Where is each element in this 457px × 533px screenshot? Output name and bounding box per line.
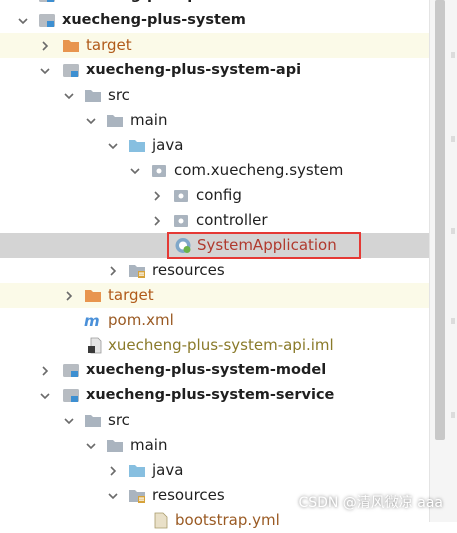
tree-row-target[interactable]: target <box>0 33 430 58</box>
tree-row-label: resources <box>152 486 225 504</box>
project-tree: xuecheng-plus-parent xuecheng-plus-syste… <box>0 0 430 533</box>
tree-row-label: xuecheng-plus-system-api.iml <box>108 336 334 354</box>
tree-row-src[interactable]: src <box>0 83 430 108</box>
tree-row-main[interactable]: main <box>0 108 430 133</box>
chevron-down-icon[interactable] <box>16 8 30 33</box>
tree-row-label: xuecheng-plus-system <box>62 12 246 28</box>
chevron-right-icon[interactable] <box>150 183 164 208</box>
chevron-down-icon[interactable] <box>62 408 76 433</box>
chevron-down-icon[interactable] <box>38 58 52 83</box>
gutter-marker <box>451 52 455 58</box>
gutter-marker <box>451 318 455 324</box>
tree-row-label: xuecheng-plus-parent <box>62 0 242 5</box>
chevron-down-icon[interactable] <box>16 0 30 8</box>
chevron-down-icon[interactable] <box>106 483 120 508</box>
chevron-right-icon[interactable] <box>38 358 52 383</box>
folder-icon <box>106 112 124 129</box>
folder-icon <box>84 87 102 104</box>
chevron-right-icon[interactable] <box>106 258 120 283</box>
tree-row-label: config <box>196 186 242 204</box>
package-icon <box>172 212 190 229</box>
chevron-down-icon[interactable] <box>84 433 98 458</box>
tree-row-xuecheng-plus-system-api[interactable]: xuecheng-plus-system-api <box>0 58 430 83</box>
module-icon <box>62 362 80 379</box>
folder-icon <box>106 437 124 454</box>
source-folder-icon <box>128 137 146 154</box>
tree-row-target[interactable]: target <box>0 283 430 308</box>
tree-row-xuecheng-plus-system-model[interactable]: xuecheng-plus-system-model <box>0 358 430 383</box>
tree-row-label: java <box>152 136 184 154</box>
tree-row-xuecheng-plus-system[interactable]: xuecheng-plus-system <box>0 8 430 33</box>
resources-folder-icon <box>128 262 146 279</box>
package-icon <box>150 162 168 179</box>
tree-row-label: controller <box>196 211 268 229</box>
tree-row-pom-xml[interactable]: m pom.xml <box>0 308 430 333</box>
tree-row-label: xuecheng-plus-system-api <box>86 62 302 78</box>
vertical-scrollbar-thumb[interactable] <box>435 0 445 440</box>
chevron-down-icon[interactable] <box>84 108 98 133</box>
tree-row-iml-file[interactable]: xuecheng-plus-system-api.iml <box>0 333 430 358</box>
chevron-right-icon[interactable] <box>62 283 76 308</box>
tree-row-label: xuecheng-plus-system-service <box>86 387 335 403</box>
chevron-down-icon[interactable] <box>62 83 76 108</box>
tree-row-label: xuecheng-plus-system-model <box>86 362 327 378</box>
tree-row-package-config[interactable]: config <box>0 183 430 208</box>
yaml-file-icon <box>152 512 170 529</box>
tree-row-xuecheng-plus-parent[interactable]: xuecheng-plus-parent <box>0 0 430 8</box>
tree-row-label: target <box>86 36 132 54</box>
tree-row-resources[interactable]: resources <box>0 258 430 283</box>
chevron-right-icon[interactable] <box>106 458 120 483</box>
tree-row-src[interactable]: src <box>0 408 430 433</box>
watermark: CSDN @清风微凉 aaa <box>298 495 443 511</box>
excluded-folder-icon <box>84 287 102 304</box>
folder-icon <box>84 412 102 429</box>
iml-file-icon <box>86 337 104 354</box>
selection-highlight-box <box>167 232 361 259</box>
gutter-marker <box>451 228 455 234</box>
tree-row-xuecheng-plus-system-service[interactable]: xuecheng-plus-system-service <box>0 383 430 408</box>
tree-row-label: com.xuecheng.system <box>174 161 344 179</box>
svg-text:m: m <box>84 312 100 329</box>
tree-row-label: src <box>108 86 130 104</box>
resources-folder-icon <box>128 487 146 504</box>
tree-row-label: bootstrap.yml <box>175 511 280 529</box>
tree-row-label: main <box>130 111 168 129</box>
tree-row-label: src <box>108 411 130 429</box>
tree-row-label: java <box>152 461 184 479</box>
chevron-right-icon[interactable] <box>38 33 52 58</box>
chevron-right-icon[interactable] <box>150 208 164 233</box>
module-icon <box>38 12 56 29</box>
chevron-down-icon[interactable] <box>106 133 120 158</box>
tree-row-label: pom.xml <box>108 311 174 329</box>
tree-row-label: main <box>130 436 168 454</box>
tree-row-java[interactable]: java <box>0 458 430 483</box>
tree-row-label: resources <box>152 261 225 279</box>
tree-row-java[interactable]: java <box>0 133 430 158</box>
gutter-marker <box>451 136 455 142</box>
package-icon <box>172 187 190 204</box>
tree-row-label: target <box>108 286 154 304</box>
module-icon <box>62 387 80 404</box>
module-icon <box>38 0 56 4</box>
chevron-down-icon[interactable] <box>128 158 142 183</box>
chevron-down-icon[interactable] <box>38 383 52 408</box>
tree-row-package-com-xuecheng-system[interactable]: com.xuecheng.system <box>0 158 430 183</box>
module-icon <box>62 62 80 79</box>
tree-row-main[interactable]: main <box>0 433 430 458</box>
gutter-marker <box>451 412 455 418</box>
source-folder-icon <box>128 462 146 479</box>
maven-icon: m <box>84 312 102 329</box>
excluded-folder-icon <box>62 37 80 54</box>
tree-row-package-controller[interactable]: controller <box>0 208 430 233</box>
